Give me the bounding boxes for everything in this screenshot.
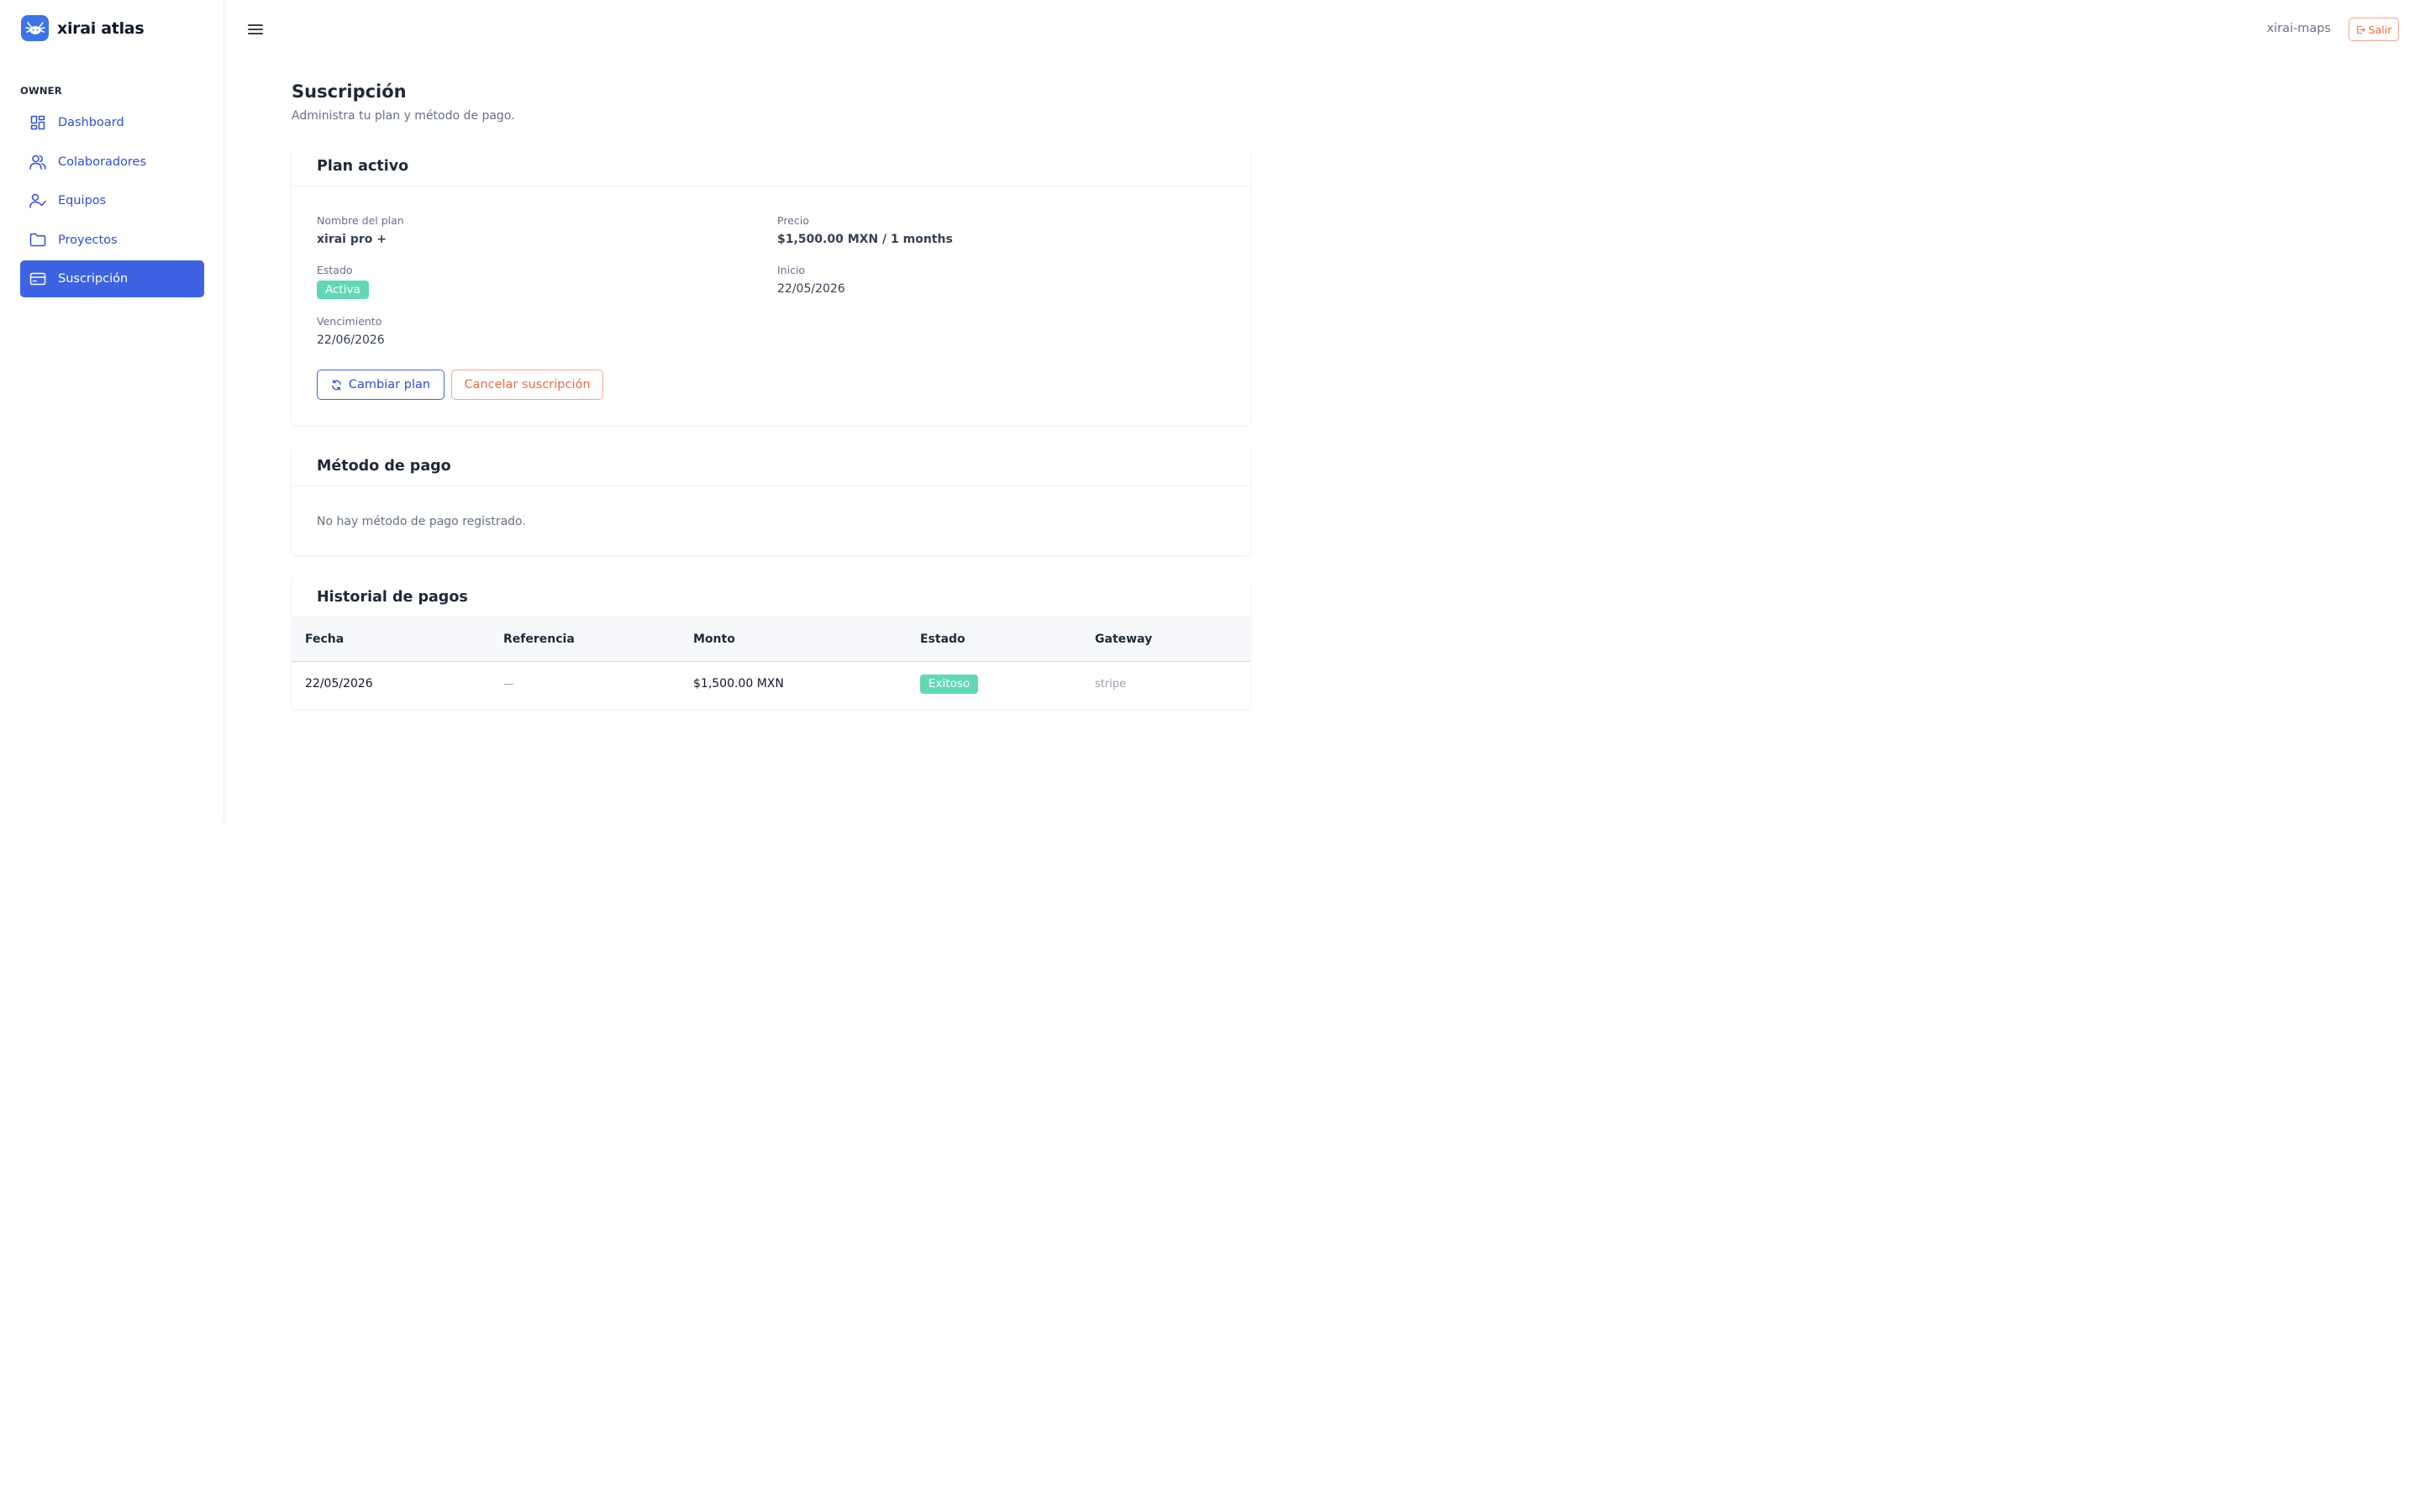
start-value: 22/05/2026 <box>777 282 845 296</box>
expiry-value: 22/06/2026 <box>317 333 385 347</box>
page-title: Suscripción <box>292 81 407 102</box>
change-plan-label: Cambiar plan <box>348 378 431 391</box>
dashboard-grid-icon <box>29 114 46 131</box>
sidebar-nav: Dashboard Colaboradores Equipos Proyecto… <box>20 104 204 300</box>
cell-fecha: 22/05/2026 <box>305 677 373 691</box>
column-header-referencia[interactable]: Referencia <box>490 617 680 661</box>
page-subtitle: Administra tu plan y método de pago. <box>292 109 515 123</box>
payment-history-table: Fecha Referencia Monto Estado Gateway 22… <box>292 617 1250 706</box>
sidebar-item-label: Colaboradores <box>58 155 147 169</box>
refresh-icon <box>332 379 341 391</box>
column-header-monto[interactable]: Monto <box>680 617 907 661</box>
history-card-header: Historial de pagos <box>292 577 1250 617</box>
sidebar-section-label: OWNER <box>20 85 62 97</box>
column-header-estado[interactable]: Estado <box>907 617 1081 661</box>
sidebar: xirai atlas OWNER Dashboard Colaboradore… <box>0 0 224 823</box>
plan-card-header: Plan activo <box>292 146 1250 186</box>
price-value: $1,500.00 MXN / 1 months <box>777 233 953 246</box>
column-header-fecha[interactable]: Fecha <box>292 617 490 661</box>
cancel-subscription-label: Cancelar suscripción <box>464 378 591 391</box>
sidebar-item-proyectos[interactable]: Proyectos <box>20 222 204 259</box>
plan-card-title: Plan activo <box>317 157 409 175</box>
payment-card-header: Método de pago <box>292 446 1250 486</box>
brand-name: xirai atlas <box>57 18 145 38</box>
sidebar-item-label: Suscripción <box>58 272 129 286</box>
expiry-label: Vencimiento <box>317 315 382 328</box>
column-header-gateway[interactable]: Gateway <box>1081 617 1250 661</box>
payment-history-card: Historial de pagos Fecha Referencia Mont… <box>292 577 1250 709</box>
sidebar-item-label: Equipos <box>58 194 107 207</box>
price-label: Precio <box>777 214 809 227</box>
start-label: Inicio <box>777 264 806 276</box>
brand[interactable]: xirai atlas <box>21 15 145 41</box>
plan-name-label: Nombre del plan <box>317 214 404 227</box>
sidebar-item-equipos[interactable]: Equipos <box>20 182 204 219</box>
plan-card: Plan activo Nombre del plan xirai pro + … <box>292 146 1250 425</box>
history-card-title: Historial de pagos <box>317 588 468 606</box>
sidebar-item-label: Proyectos <box>58 233 118 247</box>
table-header-row: Fecha Referencia Monto Estado Gateway <box>292 617 1250 661</box>
credit-card-icon <box>29 270 46 287</box>
status-badge: Activa <box>317 281 369 299</box>
logout-label: Salir <box>2368 23 2392 36</box>
users-icon <box>29 154 46 171</box>
topbar: xirai-maps Salir <box>224 0 2420 59</box>
table-row: 22/05/2026 — $1,500.00 MXN Exitoso strip… <box>292 661 1250 706</box>
payment-empty-message: No hay método de pago registrado. <box>317 515 526 528</box>
change-plan-button[interactable]: Cambiar plan <box>317 370 445 400</box>
sidebar-item-label: Dashboard <box>58 116 124 129</box>
logout-icon <box>2356 25 2365 34</box>
workspace-name: xirai-maps <box>2266 22 2332 35</box>
payment-method-card: Método de pago No hay método de pago reg… <box>292 446 1250 555</box>
payment-status-badge: Exitoso <box>920 674 979 694</box>
sidebar-item-colaboradores[interactable]: Colaboradores <box>20 144 204 181</box>
sidebar-item-dashboard[interactable]: Dashboard <box>20 104 204 141</box>
folder-icon <box>29 232 46 249</box>
hamburger-menu-icon[interactable] <box>248 21 263 38</box>
cell-monto: $1,500.00 MXN <box>693 677 784 691</box>
axolotl-logo-icon <box>21 15 49 41</box>
sidebar-item-suscripcion[interactable]: Suscripción <box>20 260 204 297</box>
status-label: Estado <box>317 264 353 276</box>
cancel-subscription-button[interactable]: Cancelar suscripción <box>451 370 603 400</box>
cell-estado: Exitoso <box>907 661 1081 706</box>
plan-name-value: xirai pro + <box>317 233 387 246</box>
cell-gateway: stripe <box>1095 677 1127 690</box>
cell-referencia: — <box>503 677 514 690</box>
user-check-icon <box>29 192 46 209</box>
logout-button[interactable]: Salir <box>2349 18 2399 41</box>
payment-card-title: Método de pago <box>317 457 451 475</box>
